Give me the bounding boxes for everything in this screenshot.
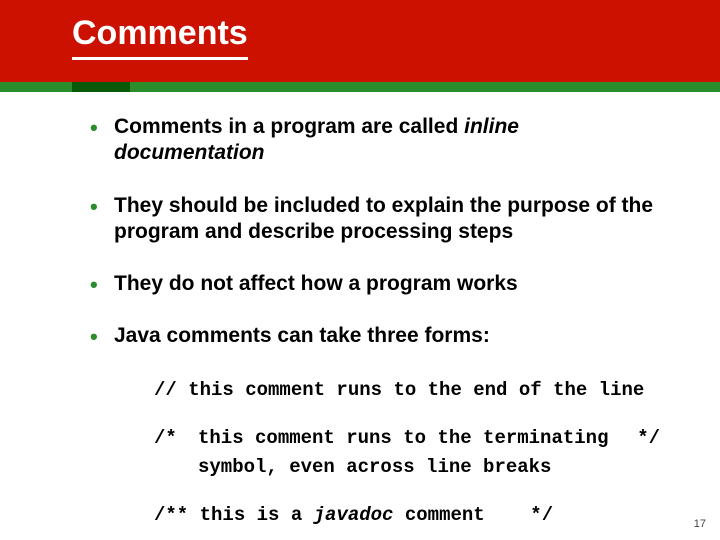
bullet-text: Java comments can take three forms: (114, 324, 490, 347)
code-body: this comment runs to the terminating sym… (198, 424, 628, 481)
code-text: symbol, even across line breaks (198, 453, 628, 482)
code-close-token: */ (530, 504, 553, 526)
code-text: this is a (200, 504, 314, 526)
bullet-item: They do not affect how a program works (84, 271, 660, 297)
bullet-text: They do not affect how a program works (114, 272, 518, 295)
slide-body: Comments in a program are called inline … (0, 82, 720, 530)
accent-stripe (0, 82, 720, 92)
code-text: comment (393, 504, 484, 526)
code-open-token: /** (154, 504, 200, 526)
page-number: 17 (694, 518, 706, 530)
code-examples: // this comment runs to the end of the l… (154, 376, 660, 530)
bullet-item: They should be included to explain the p… (84, 193, 660, 246)
bullet-item: Java comments can take three forms: (84, 323, 660, 349)
code-close-token: */ (628, 424, 660, 481)
bullet-text: Comments in a program are called (114, 115, 464, 138)
slide-header: Comments (0, 0, 720, 82)
bullet-item: Comments in a program are called inline … (84, 114, 660, 167)
slide-title: Comments (72, 14, 248, 60)
bullet-list: Comments in a program are called inline … (84, 114, 660, 350)
code-javadoc-comment: /** this is a javadoc comment */ (154, 501, 660, 530)
code-open-token: /* (154, 424, 198, 481)
code-text: this comment runs to the terminating (198, 424, 628, 453)
code-block-comment: /* this comment runs to the terminating … (154, 424, 660, 481)
code-line-comment: // this comment runs to the end of the l… (154, 376, 660, 405)
code-emphasis: javadoc (314, 504, 394, 526)
bullet-text: They should be included to explain the p… (114, 194, 653, 243)
